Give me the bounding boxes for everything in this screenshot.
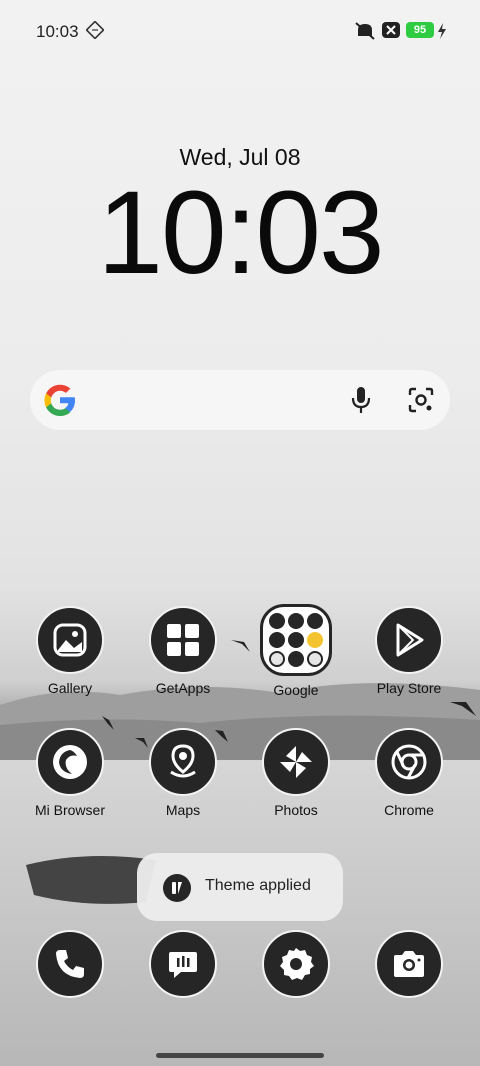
dock-camera[interactable]: [359, 930, 459, 998]
gesture-nav-bar[interactable]: [156, 1053, 324, 1058]
app-label: Photos: [274, 802, 318, 818]
app-play-store[interactable]: Play Store: [359, 606, 459, 696]
app-label: Mi Browser: [34, 802, 105, 818]
dock-messages[interactable]: [133, 930, 233, 998]
lens-icon[interactable]: [406, 385, 436, 415]
toast-notification: Theme applied: [137, 853, 343, 921]
app-label: Gallery: [47, 680, 93, 696]
getapps-icon: [149, 606, 217, 674]
bird-icon: [450, 702, 476, 716]
google-logo: [44, 384, 75, 416]
app-getapps[interactable]: GetApps: [133, 606, 233, 696]
camera-icon: [375, 930, 443, 998]
google-search-bar[interactable]: [30, 370, 450, 430]
app-label: Maps: [165, 802, 201, 818]
mic-icon[interactable]: [348, 385, 374, 415]
app-label: Chrome: [384, 802, 434, 818]
status-bar: 10:03 95: [0, 0, 480, 62]
maps-icon: [149, 728, 217, 796]
app-gallery[interactable]: Gallery: [20, 606, 120, 696]
app-folder-google[interactable]: Google: [246, 604, 346, 698]
phone-icon: [36, 930, 104, 998]
browser-icon: [36, 728, 104, 796]
battery-level: 95: [406, 22, 434, 38]
clock-widget[interactable]: 10:03: [0, 168, 480, 298]
theme-icon: [163, 874, 191, 902]
folder-icon: [260, 604, 332, 676]
dock-phone[interactable]: [20, 930, 120, 998]
app-label: Google: [273, 682, 319, 698]
network-icon: [86, 21, 104, 39]
settings-icon: [262, 930, 330, 998]
dock-settings[interactable]: [246, 930, 346, 998]
app-label: GetApps: [155, 680, 211, 696]
chrome-icon: [375, 728, 443, 796]
photos-icon: [262, 728, 330, 796]
app-label: Play Store: [376, 680, 442, 696]
toast-text: Theme applied: [205, 877, 311, 894]
play-store-icon: [375, 606, 443, 674]
gallery-icon: [36, 606, 104, 674]
app-photos[interactable]: Photos: [246, 728, 346, 818]
app-mi-browser[interactable]: Mi Browser: [20, 728, 120, 818]
mute-icon: [355, 22, 375, 40]
close-box-icon: [382, 22, 400, 38]
status-time: 10:03: [36, 22, 79, 41]
app-chrome[interactable]: Chrome: [359, 728, 459, 818]
messages-icon: [149, 930, 217, 998]
app-maps[interactable]: Maps: [133, 728, 233, 818]
charging-bolt-icon: [438, 23, 446, 39]
